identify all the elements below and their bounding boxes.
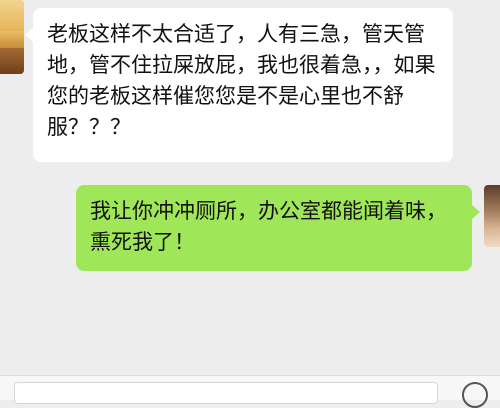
input-toolbar [0, 375, 500, 408]
incoming-message-text: 老板这样不太合适了，人有三急，管天管地，管不住拉屎放屁，我也很着急，，如果您的老… [47, 22, 436, 139]
avatar-image-ground [0, 48, 24, 74]
outgoing-message-text: 我让你冲冲厕所，办公室都能闻着味，熏死我了！ [90, 199, 447, 254]
self-avatar[interactable] [484, 185, 500, 247]
incoming-message-bubble[interactable]: 老板这样不太合适了，人有三急，管天管地，管不住拉屎放屁，我也很着急，，如果您的老… [25, 8, 453, 162]
outgoing-message-bubble[interactable]: 我让你冲冲厕所，办公室都能闻着味，熏死我了！ [76, 185, 480, 271]
smiley-icon[interactable] [462, 382, 488, 408]
avatar-image-sky [0, 0, 24, 32]
message-input[interactable] [14, 382, 438, 404]
contact-avatar[interactable] [0, 0, 24, 74]
